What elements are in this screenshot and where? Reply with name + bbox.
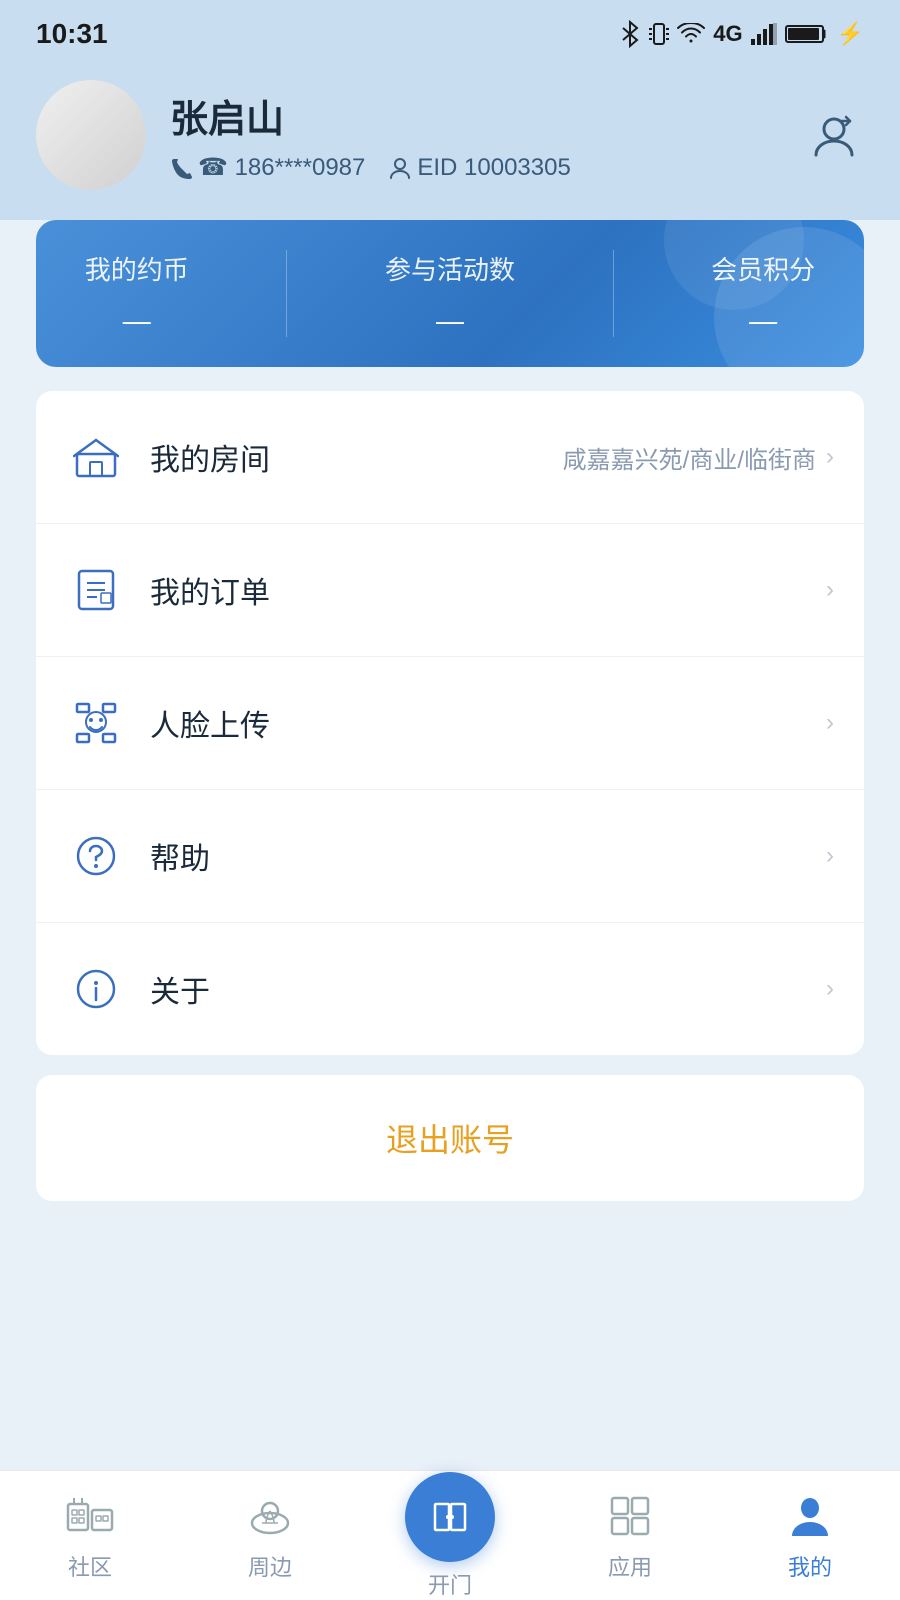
stats-item-activities: 参与活动数 —: [385, 250, 515, 337]
person-icon: [389, 157, 411, 179]
help-icon: [66, 826, 126, 886]
face-icon: [66, 693, 126, 753]
door-nav-icon: [429, 1496, 471, 1538]
menu-item-help[interactable]: 帮助 ›: [36, 790, 864, 923]
apps-nav-label: 应用: [608, 1550, 652, 1582]
profile-info: 张启山 ☎ 186****0987 EID 10003305: [170, 88, 571, 182]
mine-nav-icon: [784, 1490, 836, 1542]
bluetooth-icon: [619, 20, 641, 48]
profile-area: 张启山 ☎ 186****0987 EID 10003305: [0, 60, 900, 220]
menu-item-room[interactable]: 我的房间 咸嘉嘉兴苑/商业/临街商 ›: [36, 391, 864, 524]
network-4g: 4G: [713, 21, 742, 47]
arrow-icon: ›: [826, 709, 834, 737]
nav-item-nearby[interactable]: 周边: [190, 1490, 350, 1582]
nav-item-mine[interactable]: 我的: [730, 1490, 890, 1582]
signal-icon: [751, 23, 777, 45]
status-icons: 4G ⚡: [619, 20, 864, 48]
stats-divider-1: [286, 250, 287, 337]
status-time: 10:31: [36, 18, 108, 50]
door-nav-label: 开门: [428, 1568, 472, 1600]
bottom-nav: 社区 周边 开门: [0, 1470, 900, 1600]
about-icon: [66, 959, 126, 1019]
menu-card: 我的房间 咸嘉嘉兴苑/商业/临街商 › 我的订单 ›: [36, 391, 864, 1055]
apps-nav-icon: [604, 1490, 656, 1542]
stats-item-coins: 我的约币 —: [85, 250, 189, 337]
stats-divider-2: [613, 250, 614, 337]
profile-left: 张启山 ☎ 186****0987 EID 10003305: [36, 80, 571, 190]
arrow-icon: ›: [826, 443, 834, 471]
status-bar: 10:31: [0, 0, 900, 60]
switch-user-icon: [808, 109, 860, 161]
logout-button[interactable]: 退出账号: [36, 1075, 864, 1201]
arrow-icon: ›: [826, 842, 834, 870]
community-nav-label: 社区: [68, 1550, 112, 1582]
stats-item-points: 会员积分 —: [711, 250, 815, 337]
wifi-icon: [677, 23, 705, 45]
menu-item-order[interactable]: 我的订单 ›: [36, 524, 864, 657]
profile-name: 张启山: [170, 88, 571, 143]
profile-eid: EID 10003305: [389, 154, 570, 182]
profile-phone: ☎ 186****0987: [170, 153, 365, 182]
profile-details: ☎ 186****0987 EID 10003305: [170, 153, 571, 182]
room-icon: [66, 427, 126, 487]
nav-item-door[interactable]: 开门: [370, 1472, 530, 1600]
nav-item-community[interactable]: 社区: [10, 1490, 170, 1582]
charge-icon: ⚡: [837, 21, 864, 47]
avatar: [36, 80, 146, 190]
order-icon: [66, 560, 126, 620]
community-nav-icon: [64, 1490, 116, 1542]
profile-switch-button[interactable]: [804, 105, 864, 165]
arrow-icon: ›: [826, 975, 834, 1003]
nav-item-apps[interactable]: 应用: [550, 1490, 710, 1582]
phone-icon: [170, 157, 192, 179]
menu-item-about[interactable]: 关于 ›: [36, 923, 864, 1055]
vibrate-icon: [649, 21, 669, 47]
nearby-nav-icon: [244, 1490, 296, 1542]
nearby-nav-label: 周边: [248, 1550, 292, 1582]
arrow-icon: ›: [826, 576, 834, 604]
battery-icon: [785, 23, 829, 45]
stats-card: 我的约币 — 参与活动数 — 会员积分 —: [36, 220, 864, 367]
door-nav-button[interactable]: [405, 1472, 495, 1562]
mine-nav-label: 我的: [788, 1550, 832, 1582]
menu-item-face[interactable]: 人脸上传 ›: [36, 657, 864, 790]
